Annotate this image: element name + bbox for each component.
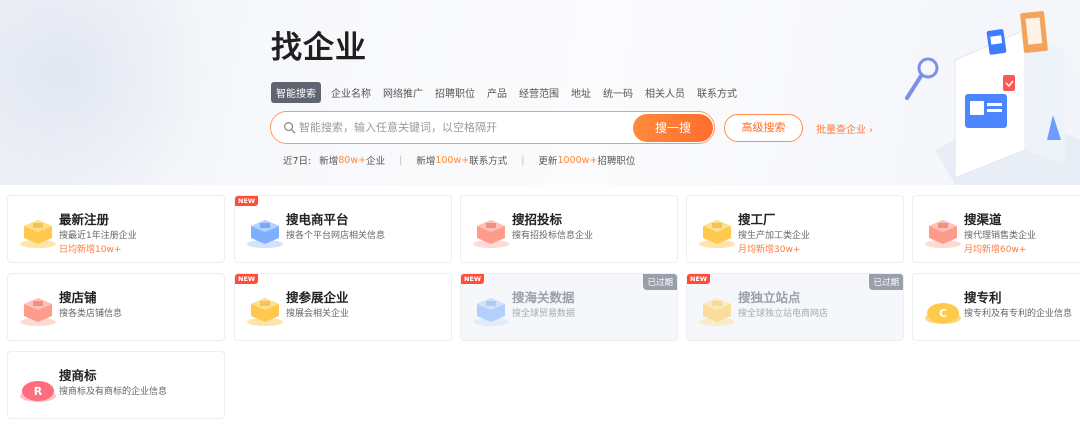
feature-card-grid: 最新注册搜最近1年注册企业 日均新增10w+ 搜电商平台搜各个平台网店相关信息 NEW… <box>0 185 1080 431</box>
advanced-search-button[interactable]: 高级搜索 <box>724 114 803 142</box>
card-title: 搜独立站点 <box>738 290 801 305</box>
tab-unified-code[interactable]: 统一码 <box>603 85 633 100</box>
card-title: 搜招投标 <box>512 212 563 227</box>
card-title: 搜海关数据 <box>512 290 575 305</box>
svg-text:R: R <box>34 385 43 398</box>
batch-query-link[interactable]: 批量查企业 › <box>816 121 873 136</box>
tab-related-persons[interactable]: 相关人员 <box>645 85 685 100</box>
stats-new-contacts-suffix: 联系方式 <box>469 156 508 167</box>
feature-card[interactable]: 搜独立站点搜全球独立站电商网店 NEW 已过期 <box>686 273 904 341</box>
stats-updated-jobs-suffix: 招聘职位 <box>597 156 636 167</box>
weekly-stats: 近7日: 新增 80w+ 企业 | 新增 100w+ 联系方式 | 更新 100… <box>283 153 636 168</box>
svg-text:C: C <box>939 307 947 320</box>
stats-new-contacts-value: 100w+ <box>435 154 470 166</box>
card-description: 搜各类店铺信息 <box>59 309 123 319</box>
new-badge: NEW <box>687 274 711 284</box>
stats-new-companies-label: 新增 <box>319 156 339 167</box>
new-badge: NEW <box>461 274 485 284</box>
feature-card[interactable]: 搜渠道搜代理销售类企业 月均新增60w+ <box>912 195 1080 263</box>
card-description: 搜代理销售类企业 <box>964 231 1037 241</box>
feature-card[interactable]: R 搜商标搜商标及有商标的企业信息 <box>7 351 225 419</box>
red-tag-icon <box>1003 75 1015 91</box>
card-description: 搜各个平台网店相关信息 <box>286 231 386 241</box>
card-description: 搜生产加工类企业 <box>738 231 811 241</box>
card-description: 搜商标及有商标的企业信息 <box>59 387 168 397</box>
red-box-icon <box>923 210 967 250</box>
feature-card[interactable]: 搜招投标搜有招投标信息企业 <box>460 195 678 263</box>
new-badge: NEW <box>235 274 259 284</box>
search-icon <box>284 122 296 134</box>
search-input[interactable] <box>299 115 629 140</box>
card-title: 搜渠道 <box>964 212 1002 227</box>
card-description: 搜最近1年注册企业 <box>59 231 137 241</box>
stats-separator: | <box>399 154 403 166</box>
stats-new-companies-suffix: 企业 <box>366 156 386 167</box>
feature-card[interactable]: 搜参展企业搜展会相关企业 NEW <box>234 273 452 341</box>
card-description: 搜全球独立站电商网店 <box>738 309 829 319</box>
card-metric: 日均新增10w+ <box>59 245 122 255</box>
card-title: 最新注册 <box>59 212 110 227</box>
feature-card[interactable]: 搜海关数据搜全球贸易数据 NEW 已过期 <box>460 273 678 341</box>
yellow-coin-icon: C <box>923 288 967 328</box>
stats-prefix: 近7日: <box>283 156 312 167</box>
tab-product[interactable]: 产品 <box>487 85 507 100</box>
stats-new-contacts-label: 新增 <box>416 156 436 167</box>
card-title: 搜商标 <box>59 368 97 383</box>
stats-updated-jobs-label: 更新 <box>538 156 558 167</box>
card-metric: 月均新增60w+ <box>964 245 1027 255</box>
hero-illustration <box>905 11 1080 185</box>
tab-contact-info[interactable]: 联系方式 <box>697 85 737 100</box>
feature-card[interactable]: 搜店铺搜各类店铺信息 <box>7 273 225 341</box>
feature-card[interactable]: C 搜专利搜专利及有专利的企业信息 <box>912 273 1080 341</box>
expired-badge: 已过期 <box>643 274 677 290</box>
search-type-tabs: 智能搜索 企业名称 网络推广 招聘职位 产品 经营范围 地址 统一码 相关人员 … <box>271 82 749 103</box>
red-box-icon <box>18 288 62 328</box>
feature-card[interactable]: 最新注册搜最近1年注册企业 日均新增10w+ <box>7 195 225 263</box>
tab-smart-search[interactable]: 智能搜索 <box>271 82 321 103</box>
card-description: 搜全球贸易数据 <box>512 309 576 319</box>
card-title: 搜参展企业 <box>286 290 349 305</box>
card-title: 搜店铺 <box>59 290 97 305</box>
search-button[interactable]: 搜一搜 <box>633 114 713 142</box>
tab-company-name[interactable]: 企业名称 <box>331 85 371 100</box>
stats-separator: | <box>521 154 525 166</box>
hero-banner: 找企业 智能搜索 企业名称 网络推广 招聘职位 产品 经营范围 地址 统一码 相… <box>0 0 1080 185</box>
card-description: 搜展会相关企业 <box>286 309 350 319</box>
card-description: 搜专利及有专利的企业信息 <box>964 309 1073 319</box>
yellow-box-icon <box>697 288 741 328</box>
yellow-box-icon <box>245 288 289 328</box>
card-description: 搜有招投标信息企业 <box>512 231 594 241</box>
page-title: 找企业 <box>271 30 367 66</box>
tab-job-postings[interactable]: 招聘职位 <box>435 85 475 100</box>
tab-business-scope[interactable]: 经营范围 <box>519 85 559 100</box>
new-badge: NEW <box>235 196 259 206</box>
feature-card[interactable]: 搜电商平台搜各个平台网店相关信息 NEW <box>234 195 452 263</box>
blue-box-icon <box>245 210 289 250</box>
tab-online-promotion[interactable]: 网络推广 <box>383 85 423 100</box>
card-metric: 月均新增30w+ <box>738 245 801 255</box>
card-title: 搜工厂 <box>738 212 776 227</box>
card-title: 搜电商平台 <box>286 212 349 227</box>
expired-badge: 已过期 <box>869 274 903 290</box>
blue-box-icon <box>471 288 515 328</box>
feature-card[interactable]: 搜工厂搜生产加工类企业 月均新增30w+ <box>686 195 904 263</box>
tab-address[interactable]: 地址 <box>571 85 591 100</box>
hero-decoration <box>0 0 220 185</box>
stats-new-companies-value: 80w+ <box>338 154 367 166</box>
stats-updated-jobs-value: 1000w+ <box>557 154 598 166</box>
red-box-icon <box>471 210 515 250</box>
yellow-box-icon <box>697 210 741 250</box>
card-title: 搜专利 <box>964 290 1002 305</box>
yellow-box-icon <box>18 210 62 250</box>
red-coin-icon: R <box>18 366 62 406</box>
